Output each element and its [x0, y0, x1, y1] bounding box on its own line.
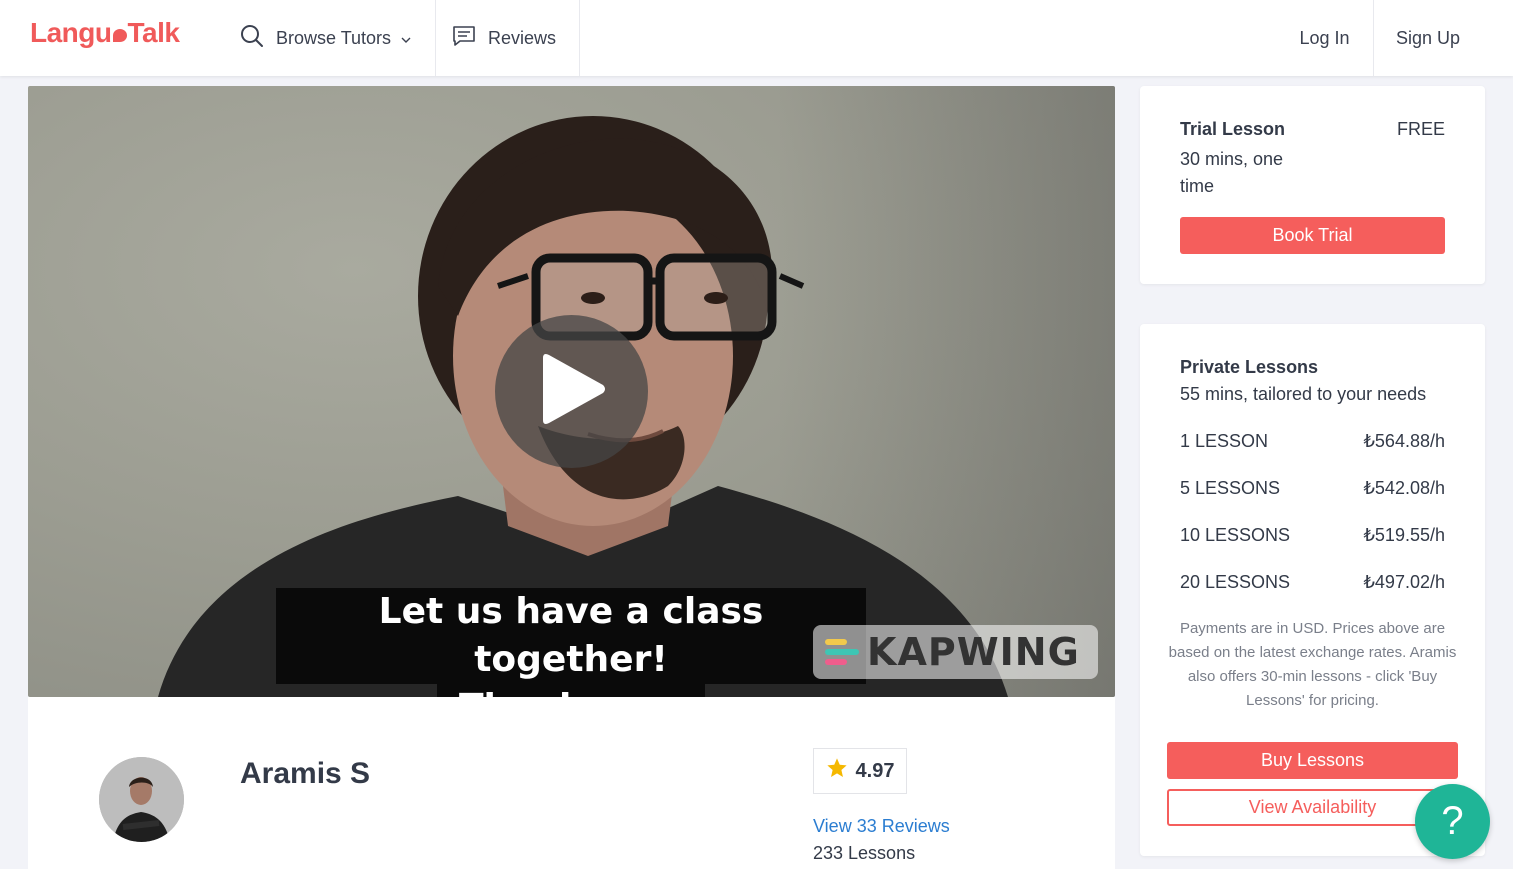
- package-label: 5 LESSONS: [1180, 478, 1281, 498]
- kapwing-wordmark: KAPWING: [867, 630, 1080, 674]
- package-price: ₺497.02/h: [1363, 572, 1445, 592]
- caption-line-1: Let us have a class together!: [276, 588, 866, 684]
- price-row: 20 LESSONS ₺497.02/h: [1180, 572, 1445, 593]
- private-lessons-description: 55 mins, tailored to your needs: [1180, 384, 1427, 404]
- package-label: 1 LESSON: [1180, 431, 1269, 451]
- question-mark-icon: ?: [1441, 799, 1464, 843]
- chat-bubble-icon: [452, 24, 476, 53]
- rating-value: 4.97: [855, 759, 895, 782]
- reviews-link[interactable]: Reviews: [436, 0, 580, 76]
- reviews-label: Reviews: [488, 27, 557, 48]
- caption-line-2: Thank you.: [436, 684, 706, 697]
- top-navigation-bar: Langu Talk Browse Tutors Reviews Log In …: [0, 0, 1513, 76]
- price-row: 5 LESSONS ₺542.08/h: [1180, 478, 1445, 499]
- languatalk-logo[interactable]: Langu Talk: [30, 17, 180, 49]
- browse-tutors-menu[interactable]: Browse Tutors: [218, 0, 436, 76]
- package-label: 10 LESSONS: [1180, 525, 1291, 545]
- play-button[interactable]: [495, 315, 648, 468]
- package-price: ₺564.88/h: [1363, 431, 1445, 451]
- payment-note: Payments are in USD. Prices above are ba…: [1168, 620, 1457, 709]
- package-label: 20 LESSONS: [1180, 572, 1291, 592]
- logo-text-start: Langu: [30, 17, 112, 48]
- play-icon: [537, 352, 607, 431]
- package-price: ₺519.55/h: [1363, 525, 1445, 545]
- view-reviews-link[interactable]: View 33 Reviews: [813, 816, 950, 837]
- trial-lesson-price: FREE: [1396, 119, 1445, 139]
- browse-tutors-label: Browse Tutors: [276, 27, 392, 48]
- book-trial-button[interactable]: Book Trial: [1180, 217, 1445, 254]
- intro-video-player[interactable]: Let us have a class together! Thank you.…: [28, 86, 1115, 697]
- tutor-avatar: [99, 757, 184, 842]
- rating-badge: 4.97: [813, 748, 907, 794]
- star-icon: [826, 757, 848, 785]
- price-row: 10 LESSONS ₺519.55/h: [1180, 525, 1445, 546]
- kapwing-logo-icon: [825, 639, 859, 665]
- buy-lessons-button[interactable]: Buy Lessons: [1167, 742, 1458, 779]
- login-link[interactable]: Log In: [1276, 0, 1374, 76]
- trial-lesson-title: Trial Lesson: [1180, 119, 1286, 139]
- trial-lesson-description: 30 mins, one time: [1180, 149, 1284, 196]
- private-lessons-card: Private Lessons 55 mins, tailored to you…: [1140, 324, 1485, 856]
- help-button[interactable]: ?: [1415, 784, 1490, 859]
- logo-bubble-icon: [112, 28, 127, 42]
- logo-text-end: Talk: [127, 17, 180, 48]
- video-caption: Let us have a class together! Thank you.: [276, 588, 866, 697]
- trial-lesson-card: Trial Lesson 30 mins, one time FREE Book…: [1140, 86, 1485, 284]
- private-lessons-title: Private Lessons: [1180, 357, 1319, 377]
- signup-link[interactable]: Sign Up: [1374, 0, 1482, 76]
- price-row: 1 LESSON ₺564.88/h: [1180, 431, 1445, 452]
- search-icon: [240, 24, 264, 53]
- chevron-down-icon: [401, 27, 411, 48]
- kapwing-watermark: KAPWING: [813, 625, 1098, 679]
- tutor-profile-card: Aramis S 4.97 View 33 Reviews 233 Lesson…: [28, 697, 1115, 869]
- package-price: ₺542.08/h: [1363, 478, 1445, 498]
- lessons-count: 233 Lessons: [813, 843, 916, 863]
- tutor-name: Aramis S: [240, 757, 371, 790]
